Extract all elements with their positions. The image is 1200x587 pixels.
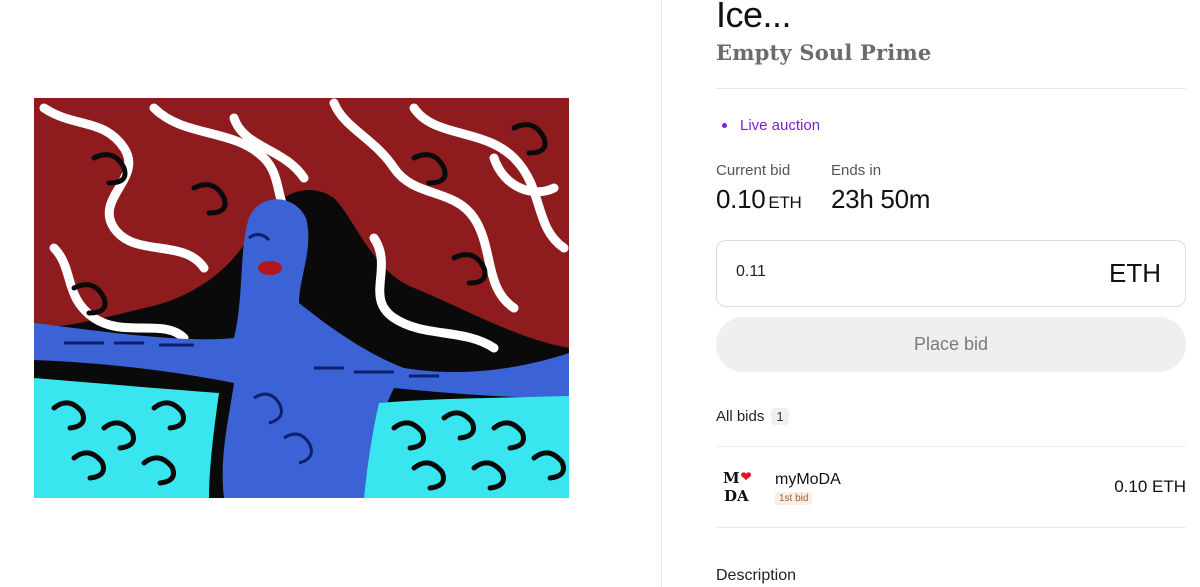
auction-panel: Ice... Empty Soul Prime Live auction Cur… — [716, 0, 1186, 587]
artwork-title: Ice... — [716, 0, 792, 35]
divider — [716, 527, 1186, 528]
all-bids-label: All bids — [716, 408, 765, 425]
current-bid-value: 0.10 ETH — [716, 184, 802, 215]
current-bid-amount: 0.10 — [716, 184, 766, 214]
bid-amount: 0.10 ETH — [1114, 477, 1186, 496]
avatar-logo-top: M ❤ — [723, 470, 752, 486]
artwork-image[interactable] — [34, 98, 569, 498]
divider — [716, 88, 1186, 89]
bid-amount-value[interactable]: 0.11 — [736, 263, 766, 281]
live-dot-icon — [722, 123, 727, 128]
bid-amount-field[interactable]: 0.11 ETH — [716, 240, 1186, 307]
bid-list-item[interactable]: M ❤ DA myMoDA 1st bid 0.10 ETH — [716, 462, 1186, 512]
avatar-logo-bottom: DA — [724, 487, 749, 505]
place-bid-button[interactable]: Place bid — [716, 317, 1186, 372]
heart-icon: ❤ — [740, 470, 752, 485]
bid-currency-label: ETH — [1109, 258, 1161, 288]
artist-name[interactable]: Empty Soul Prime — [716, 40, 931, 65]
auction-status: Live auction — [722, 117, 820, 134]
avatar-letter: M — [723, 469, 740, 487]
ends-in-label: Ends in — [831, 162, 882, 179]
ends-in-value: 23h 50m — [831, 184, 931, 214]
bid-rank-badge: 1st bid — [775, 492, 813, 505]
artwork-graphic — [34, 98, 569, 498]
description-heading: Description — [716, 567, 797, 584]
all-bids-header: All bids 1 — [716, 408, 789, 425]
bidder-name[interactable]: myMoDA — [775, 471, 841, 489]
auction-status-label: Live auction — [740, 117, 821, 134]
current-bid-unit: ETH — [768, 193, 802, 212]
artwork-panel — [0, 0, 661, 587]
bidder-avatar[interactable]: M ❤ DA — [721, 464, 759, 508]
pane-divider — [661, 0, 662, 587]
divider — [716, 446, 1186, 447]
bids-count-badge: 1 — [771, 408, 789, 425]
current-bid-label: Current bid — [716, 162, 791, 179]
